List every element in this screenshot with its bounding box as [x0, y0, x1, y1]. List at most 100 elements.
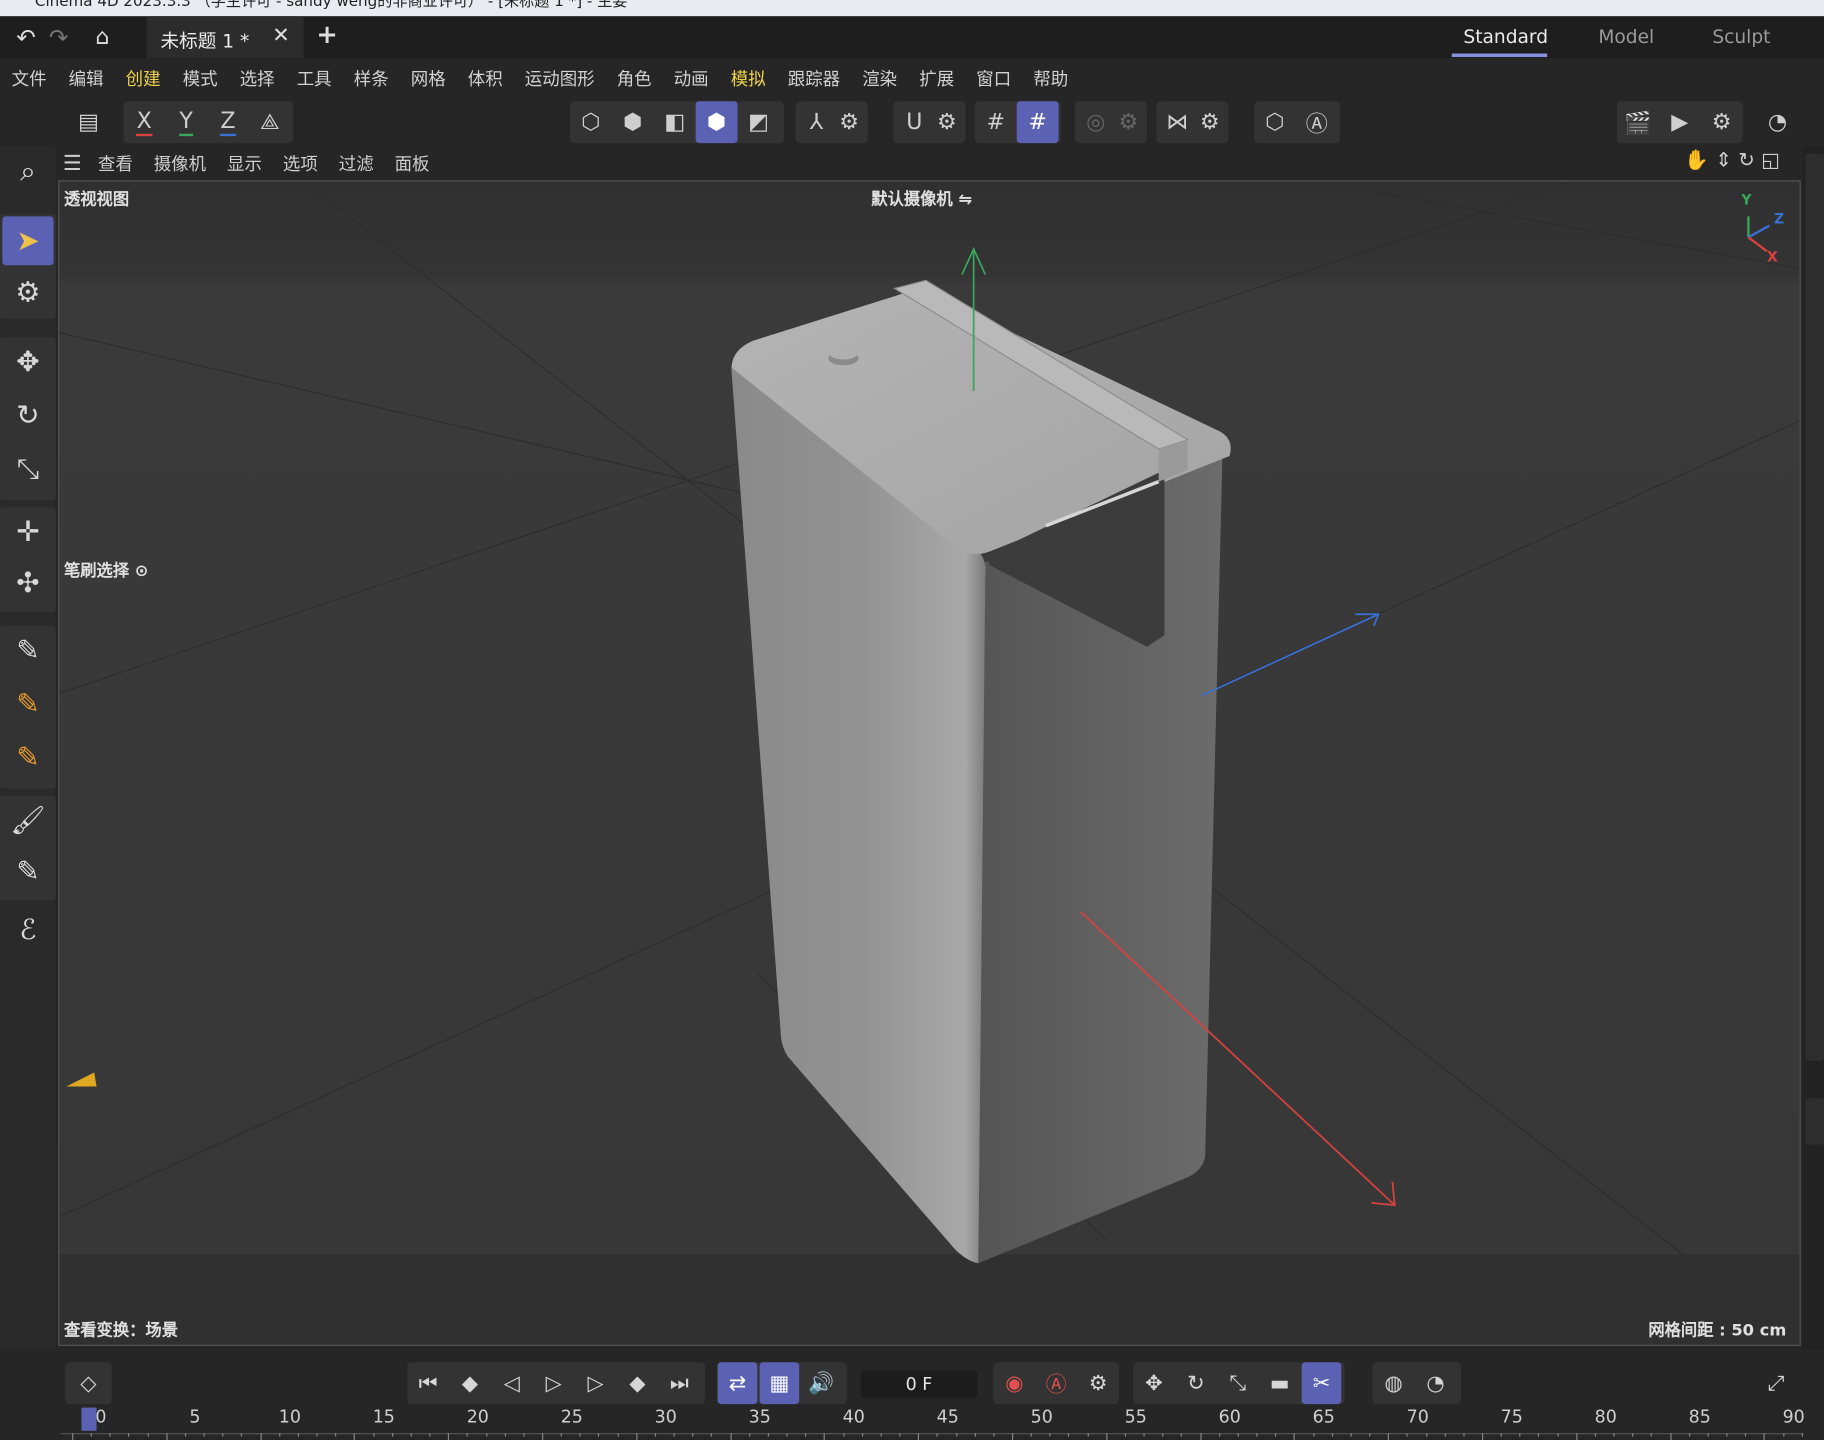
current-frame-field[interactable]: 0 F: [860, 1370, 978, 1399]
workplane-grid-icon[interactable]: #: [975, 101, 1017, 143]
key-rotation-icon[interactable]: ↻: [1176, 1362, 1216, 1404]
move-tool-icon[interactable]: ✥: [2, 337, 53, 386]
menu-item[interactable]: 样条: [354, 66, 389, 90]
spline-sketch-icon[interactable]: ✎: [2, 679, 53, 728]
axis-y-toggle[interactable]: Y: [165, 101, 207, 143]
layout-model[interactable]: Model: [1598, 26, 1654, 48]
undo-history-icon[interactable]: ▤: [67, 101, 109, 143]
key-position-icon[interactable]: ✥: [1134, 1362, 1174, 1404]
viewport-menu-item[interactable]: 选项: [283, 151, 318, 175]
rotate-tool-icon[interactable]: ↻: [2, 391, 53, 440]
undo-icon[interactable]: ↶: [16, 23, 44, 51]
menu-item[interactable]: 选择: [240, 66, 275, 90]
pan-icon[interactable]: ✋: [1684, 149, 1709, 172]
key-scale-icon[interactable]: ⤡: [1218, 1362, 1258, 1404]
play-icon[interactable]: ▷: [534, 1362, 574, 1404]
brush-icon[interactable]: 🖌: [2, 796, 53, 845]
loop-icon[interactable]: ⇄: [717, 1362, 758, 1405]
next-key-icon[interactable]: ◆: [618, 1362, 658, 1404]
autokey-icon[interactable]: Ⓐ: [1036, 1362, 1076, 1404]
key-param-icon[interactable]: ▬: [1260, 1362, 1300, 1404]
zoom-icon[interactable]: ⇕: [1715, 149, 1732, 172]
menu-item[interactable]: 角色: [617, 66, 652, 90]
render-region-icon[interactable]: 🎬: [1617, 101, 1659, 143]
motion-system-icon[interactable]: ◍: [1374, 1362, 1414, 1404]
orbit-icon[interactable]: ↻: [1738, 149, 1755, 172]
menu-item[interactable]: 帮助: [1033, 66, 1068, 90]
viewport-menu-item[interactable]: 显示: [227, 151, 262, 175]
close-tab-icon[interactable]: ✕: [272, 23, 290, 47]
points-mode-icon[interactable]: ⬡: [570, 101, 612, 143]
menu-item[interactable]: 文件: [12, 66, 47, 90]
menu-item[interactable]: 动画: [674, 66, 709, 90]
menu-item[interactable]: 编辑: [69, 66, 104, 90]
record-settings-icon[interactable]: ⚙: [1078, 1362, 1118, 1404]
keyframe-diamond-icon[interactable]: ◇: [69, 1362, 109, 1404]
live-selection-icon[interactable]: ➤: [2, 216, 54, 266]
viewport-solo-icon[interactable]: ⬡: [1254, 101, 1296, 143]
snap-settings-icon[interactable]: ⚙: [926, 101, 968, 143]
scale-tool-icon[interactable]: ⤡: [2, 444, 53, 493]
add-tab-icon[interactable]: +: [316, 21, 337, 50]
render-view-icon[interactable]: ▶: [1659, 101, 1701, 143]
render-settings-icon[interactable]: ⚙: [1701, 101, 1743, 143]
soft-selection-settings-icon[interactable]: ⚙: [1107, 101, 1149, 143]
coordinate-system-icon[interactable]: ⟁: [249, 101, 291, 143]
menu-item[interactable]: 工具: [297, 66, 332, 90]
edges-mode-icon[interactable]: ⬢: [612, 101, 654, 143]
menu-item[interactable]: 运动图形: [525, 66, 595, 90]
menu-item[interactable]: 创建: [126, 66, 161, 90]
prev-frame-icon[interactable]: ◁: [492, 1362, 532, 1404]
online-help-icon[interactable]: ◔: [1757, 101, 1799, 143]
axis-x-toggle[interactable]: X: [123, 101, 165, 143]
goto-start-icon[interactable]: ⏮: [408, 1362, 448, 1404]
spline-boolean-icon[interactable]: ✎: [2, 733, 53, 782]
grid-snap-icon[interactable]: #: [1016, 101, 1059, 144]
prev-key-icon[interactable]: ◆: [450, 1362, 490, 1404]
perspective-viewport[interactable]: 透视视图 默认摄像机 ⇋ 笔刷选择 ⊙ Y Z X 查看变换：场景 网格间距 :…: [58, 180, 1801, 1346]
viewport-menu-item[interactable]: 过滤: [339, 151, 374, 175]
menu-item[interactable]: 体积: [468, 66, 503, 90]
transform-tool-icon[interactable]: ✛: [2, 507, 53, 556]
next-frame-icon[interactable]: ▷: [576, 1362, 616, 1404]
redo-icon[interactable]: ↷: [49, 23, 77, 51]
viewport-menu-item[interactable]: 面板: [395, 151, 430, 175]
menu-item[interactable]: 扩展: [919, 66, 954, 90]
search-icon[interactable]: ⌕: [2, 147, 53, 196]
playhead-marker[interactable]: [81, 1407, 97, 1431]
goto-end-icon[interactable]: ⏭: [660, 1362, 700, 1404]
key-pla-icon[interactable]: ✂: [1301, 1362, 1342, 1405]
axis-settings-icon[interactable]: ⚙: [828, 101, 870, 143]
timeline-ruler[interactable]: [60, 1433, 1804, 1440]
toggle-view-icon[interactable]: ◱: [1761, 149, 1780, 172]
timeline-expand-icon[interactable]: ⤢: [1757, 1362, 1797, 1404]
menu-item[interactable]: 跟踪器: [788, 66, 840, 90]
spline-arc-icon[interactable]: ℰ: [2, 905, 53, 954]
camera-label[interactable]: 默认摄像机 ⇋: [871, 187, 972, 210]
menu-item[interactable]: 窗口: [976, 66, 1011, 90]
selection-settings-icon[interactable]: ⚙: [2, 268, 53, 317]
menu-item[interactable]: 渲染: [862, 66, 897, 90]
spline-pen-icon[interactable]: ✎: [2, 626, 53, 675]
menu-item[interactable]: 模式: [183, 66, 218, 90]
viewport-menu-item[interactable]: 摄像机: [154, 151, 206, 175]
preview-range-icon[interactable]: ▦: [759, 1362, 800, 1405]
sound-icon[interactable]: 🔊: [801, 1362, 841, 1404]
object-mode-icon[interactable]: ◩: [738, 101, 780, 143]
motion-record-icon[interactable]: ◔: [1416, 1362, 1456, 1404]
axis-z-toggle[interactable]: Z: [207, 101, 249, 143]
menu-item[interactable]: 模拟: [731, 66, 766, 90]
layout-standard[interactable]: Standard: [1451, 16, 1548, 58]
layout-sculpt[interactable]: Sculpt: [1712, 26, 1770, 48]
spline-smooth-icon[interactable]: ✎: [2, 847, 53, 896]
symmetry-settings-icon[interactable]: ⚙: [1189, 101, 1231, 143]
polygons-mode-icon[interactable]: ◧: [654, 101, 696, 143]
record-icon[interactable]: ◉: [995, 1362, 1035, 1404]
home-icon[interactable]: ⌂: [95, 23, 123, 51]
model-mode-icon[interactable]: ⬢: [695, 101, 738, 144]
viewport-menu-item[interactable]: 查看: [98, 151, 133, 175]
auto-keying-icon[interactable]: Ⓐ: [1296, 101, 1338, 143]
viewport-hamburger-icon[interactable]: ☰: [63, 151, 82, 175]
menu-item[interactable]: 网格: [411, 66, 446, 90]
document-tab[interactable]: 未标题 1 * ✕: [146, 16, 304, 59]
